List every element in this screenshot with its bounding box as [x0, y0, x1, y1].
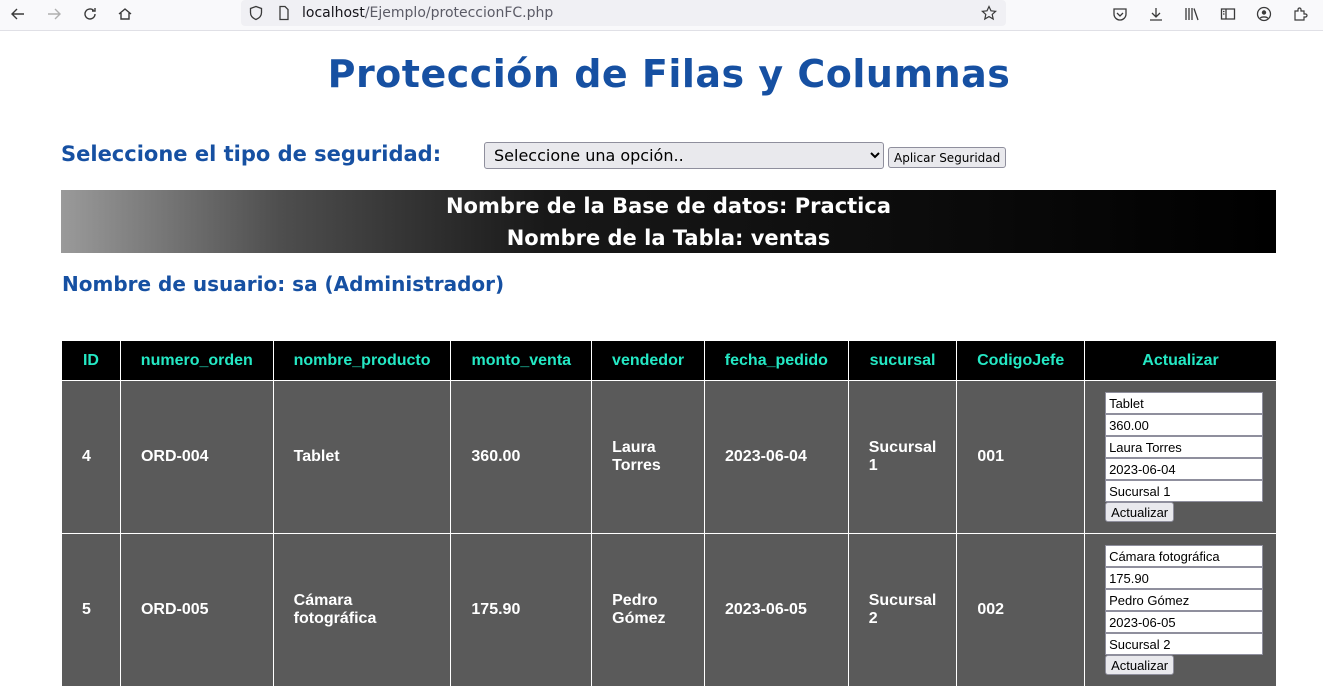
security-type-select[interactable]: Seleccione una opción.. — [484, 142, 884, 169]
column-header-numero-orden: numero_orden — [119, 340, 274, 381]
edit-sucursal-input[interactable] — [1105, 480, 1264, 502]
column-header-sucursal: sucursal — [847, 340, 958, 381]
cell-id: 4 — [61, 380, 121, 534]
reload-icon[interactable] — [79, 3, 101, 25]
download-icon[interactable] — [1145, 3, 1167, 25]
edit-sucursal-input[interactable] — [1105, 633, 1264, 655]
column-header-fecha-pedido: fecha_pedido — [704, 340, 849, 381]
sales-table: ID numero_orden nombre_producto monto_ve… — [61, 340, 1277, 687]
url-text[interactable]: localhost/Ejemplo/proteccionFC.php — [302, 5, 553, 21]
cell-vendedor: Laura Torres — [591, 380, 705, 534]
sidebar-icon[interactable] — [1217, 3, 1239, 25]
cell-actualizar: Actualizar — [1084, 533, 1277, 687]
security-type-label: Seleccione el tipo de seguridad: — [61, 142, 442, 166]
table-name: Nombre de la Tabla: ventas — [506, 226, 831, 250]
cell-monto-venta: 175.90 — [450, 533, 593, 687]
edit-monto-venta-input[interactable] — [1105, 567, 1264, 589]
actualizar-button[interactable]: Actualizar — [1105, 502, 1175, 522]
page-title: Protección de Filas y Columnas — [327, 52, 1011, 96]
table-row: 5 ORD-005 Cámara fotográfica 175.90 Pedr… — [61, 533, 1277, 687]
cell-numero-orden: ORD-005 — [119, 533, 274, 687]
database-name: Nombre de la Base de datos: Practica — [445, 194, 891, 218]
user-name: Nombre de usuario: sa (Administrador) — [62, 272, 505, 296]
database-info-banner: Nombre de la Base de datos: Practica Nom… — [61, 190, 1276, 253]
cell-fecha-pedido: 2023-06-04 — [704, 380, 849, 534]
page-icon[interactable] — [273, 2, 295, 24]
cell-sucursal: Sucursal 2 — [847, 533, 958, 687]
library-icon[interactable] — [1181, 3, 1203, 25]
bookmark-star-icon[interactable] — [978, 2, 1000, 24]
cell-sucursal: Sucursal 1 — [847, 380, 958, 534]
edit-vendedor-input[interactable] — [1105, 589, 1264, 611]
column-header-codigo-jefe: CodigoJefe — [956, 340, 1086, 381]
cell-codigo-jefe: 002 — [956, 533, 1086, 687]
cell-fecha-pedido: 2023-06-05 — [704, 533, 849, 687]
forward-arrow-icon[interactable] — [43, 3, 65, 25]
browser-toolbar: localhost/Ejemplo/proteccionFC.php — [0, 0, 1323, 31]
column-header-nombre-producto: nombre_producto — [272, 340, 452, 381]
cell-nombre-producto: Cámara fotográfica — [272, 533, 452, 687]
url-host: localhost — [302, 5, 365, 21]
back-arrow-icon[interactable] — [7, 3, 29, 25]
home-icon[interactable] — [114, 3, 136, 25]
cell-monto-venta: 360.00 — [450, 380, 593, 534]
column-header-monto-venta: monto_venta — [450, 340, 593, 381]
column-header-id: ID — [61, 340, 121, 381]
table-header-row: ID numero_orden nombre_producto monto_ve… — [61, 340, 1277, 381]
column-header-actualizar: Actualizar — [1084, 340, 1277, 381]
pocket-icon[interactable] — [1109, 3, 1131, 25]
cell-actualizar: Actualizar — [1084, 380, 1277, 534]
actualizar-button[interactable]: Actualizar — [1105, 655, 1175, 675]
cell-vendedor: Pedro Gómez — [591, 533, 705, 687]
edit-nombre-producto-input[interactable] — [1105, 545, 1264, 567]
shield-icon[interactable] — [245, 2, 267, 24]
url-path: /Ejemplo/proteccionFC.php — [364, 5, 554, 21]
cell-numero-orden: ORD-004 — [119, 380, 274, 534]
edit-fecha-pedido-input[interactable] — [1105, 611, 1264, 633]
edit-fecha-pedido-input[interactable] — [1105, 458, 1264, 480]
cell-codigo-jefe: 001 — [956, 380, 1086, 534]
account-icon[interactable] — [1253, 3, 1275, 25]
edit-monto-venta-input[interactable] — [1105, 414, 1264, 436]
cell-id: 5 — [61, 533, 121, 687]
cell-nombre-producto: Tablet — [272, 380, 452, 534]
url-bar[interactable]: localhost/Ejemplo/proteccionFC.php — [241, 0, 1006, 26]
table-row: 4 ORD-004 Tablet 360.00 Laura Torres 202… — [61, 380, 1277, 534]
edit-vendedor-input[interactable] — [1105, 436, 1264, 458]
apply-security-button[interactable]: Aplicar Seguridad — [888, 147, 1007, 168]
extensions-icon[interactable] — [1289, 3, 1311, 25]
column-header-vendedor: vendedor — [591, 340, 705, 381]
edit-nombre-producto-input[interactable] — [1105, 392, 1264, 414]
